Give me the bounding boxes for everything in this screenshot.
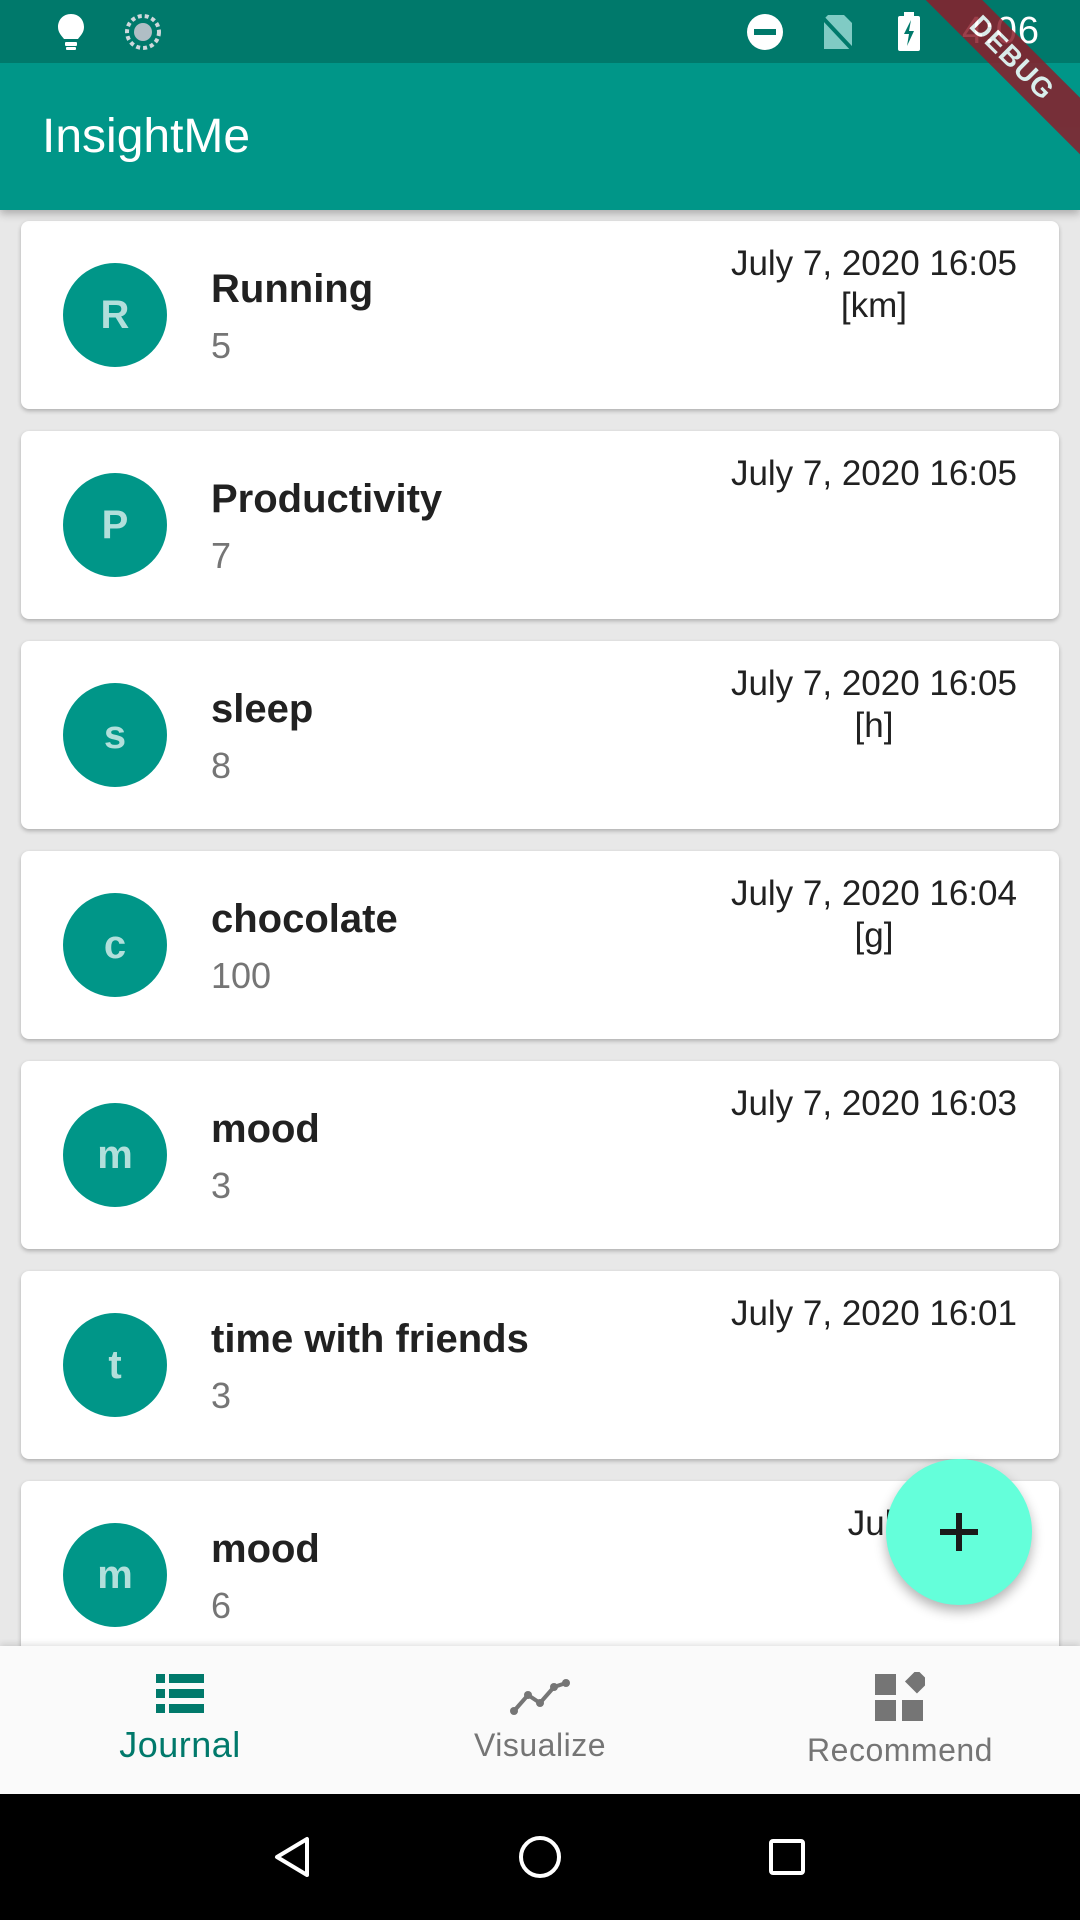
home-button[interactable] bbox=[510, 1827, 570, 1887]
entry-avatar: P bbox=[63, 473, 167, 577]
entry-unit: [g] bbox=[854, 916, 894, 955]
nav-label-recommend: Recommend bbox=[807, 1731, 993, 1768]
entry-value: 6 bbox=[211, 1585, 232, 1626]
entry-datetime: July 7, 2020 16:05 bbox=[730, 244, 1017, 283]
entry-name: Running bbox=[211, 267, 374, 311]
entry-unit: [km] bbox=[840, 286, 908, 325]
journal-list[interactable]: R Running 5 July 7, 2020 16:05 [km] P Pr… bbox=[0, 210, 1080, 1646]
back-button[interactable] bbox=[263, 1827, 323, 1887]
entry-avatar: R bbox=[63, 263, 167, 367]
lightbulb-icon bbox=[52, 13, 90, 51]
entry-value: 3 bbox=[211, 1165, 232, 1206]
recents-square-icon bbox=[768, 1839, 805, 1875]
entry-meta: July 7, 2020 16:05 [km] bbox=[731, 243, 1017, 327]
nav-item-journal[interactable]: Journal bbox=[0, 1646, 360, 1794]
entry-value: 7 bbox=[211, 535, 232, 576]
nav-item-visualize[interactable]: Visualize bbox=[360, 1646, 720, 1794]
nav-item-recommend[interactable]: Recommend bbox=[720, 1646, 1080, 1794]
entry-avatar: m bbox=[63, 1103, 167, 1207]
entry-card[interactable]: t time with friends 3 July 7, 2020 16:01 bbox=[21, 1271, 1059, 1459]
entry-avatar: m bbox=[63, 1523, 167, 1627]
entry-name: mood bbox=[211, 1107, 320, 1151]
status-left bbox=[52, 13, 162, 51]
entry-card[interactable]: R Running 5 July 7, 2020 16:05 [km] bbox=[21, 221, 1059, 409]
entry-card[interactable]: m mood 3 July 7, 2020 16:03 bbox=[21, 1061, 1059, 1249]
entry-card[interactable]: s sleep 8 July 7, 2020 16:05 [h] bbox=[21, 641, 1059, 829]
entry-unit: [h] bbox=[854, 706, 894, 745]
entry-value: 3 bbox=[211, 1375, 232, 1416]
entry-meta: July 7, 2020 16:03 bbox=[731, 1083, 1017, 1125]
entry-value: 5 bbox=[211, 325, 232, 366]
entry-avatar: t bbox=[63, 1313, 167, 1417]
entry-avatar: c bbox=[63, 893, 167, 997]
entry-name: sleep bbox=[211, 687, 314, 731]
entry-card[interactable]: P Productivity 7 July 7, 2020 16:05 bbox=[21, 431, 1059, 619]
entry-meta: July 7, 2020 16:05 [h] bbox=[731, 663, 1017, 747]
nav-label-journal: Journal bbox=[119, 1724, 241, 1765]
sync-icon bbox=[124, 13, 162, 51]
home-circle-icon bbox=[518, 1836, 561, 1878]
entry-datetime: July 7, 2020 16:03 bbox=[730, 1084, 1017, 1123]
entry-datetime: July 7, 2020 16:05 bbox=[730, 664, 1017, 703]
entry-value: 100 bbox=[211, 955, 272, 996]
nav-label-visualize: Visualize bbox=[474, 1726, 606, 1763]
entry-meta: July 7, 2020 16:05 bbox=[731, 453, 1017, 495]
status-bar: 4:06 bbox=[0, 0, 1080, 63]
back-triangle-icon bbox=[275, 1837, 310, 1877]
bottom-navigation: Journal Visualize Recommend bbox=[0, 1646, 1080, 1794]
entry-name: mood bbox=[211, 1527, 320, 1571]
do-not-disturb-icon bbox=[746, 13, 784, 51]
plus-icon bbox=[940, 1513, 978, 1551]
entry-name: time with friends bbox=[211, 1317, 529, 1361]
add-entry-button[interactable] bbox=[886, 1459, 1032, 1605]
app-title: InsightMe bbox=[42, 110, 251, 163]
entry-card[interactable]: c chocolate 100 July 7, 2020 16:04 [g] bbox=[21, 851, 1059, 1039]
entry-name: chocolate bbox=[211, 897, 398, 941]
entry-name: Productivity bbox=[211, 477, 443, 521]
no-sim-icon bbox=[818, 13, 856, 51]
battery-charging-icon bbox=[890, 11, 928, 51]
entry-meta: July 7, 2020 16:04 [g] bbox=[731, 873, 1017, 957]
widgets-icon bbox=[875, 1671, 925, 1721]
recents-button[interactable] bbox=[757, 1827, 817, 1887]
entry-value: 8 bbox=[211, 745, 232, 786]
entry-avatar: s bbox=[63, 683, 167, 787]
entry-datetime: July 7, 2020 16:01 bbox=[730, 1294, 1017, 1333]
entry-meta: July 7, 2020 16:01 bbox=[731, 1293, 1017, 1335]
list-icon bbox=[156, 1674, 204, 1713]
entry-datetime: July 7, 2020 16:05 bbox=[730, 454, 1017, 493]
app-bar: InsightMe bbox=[0, 63, 1080, 210]
entry-datetime: July 7, 2020 16:04 bbox=[730, 874, 1017, 913]
system-navigation-bar bbox=[0, 1794, 1080, 1920]
line-chart-icon bbox=[510, 1678, 570, 1715]
